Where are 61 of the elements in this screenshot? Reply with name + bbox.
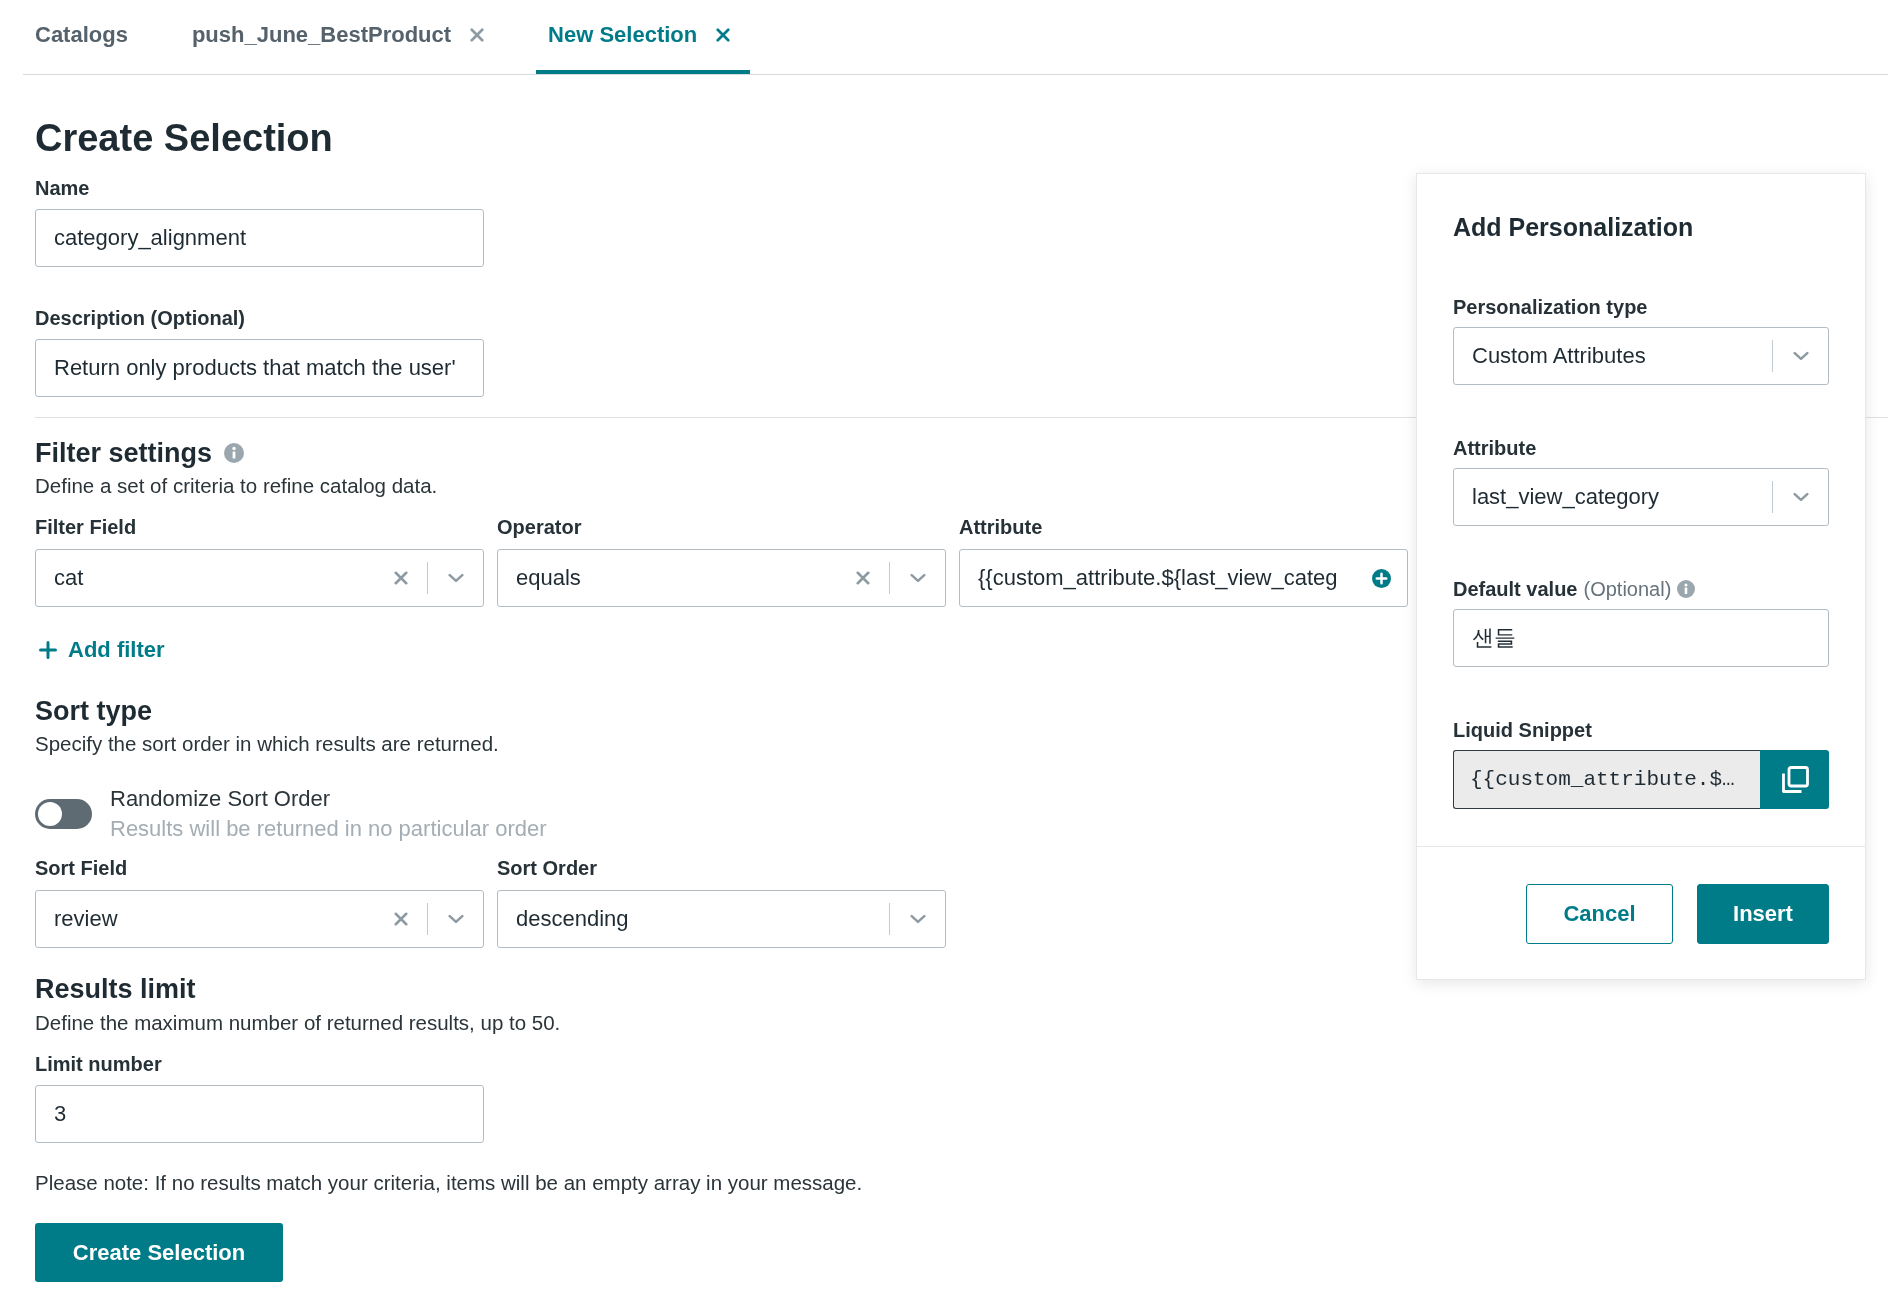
- note-text: Please note: If no results match your criteria, items will be an empty array in your message.: [35, 1171, 863, 1195]
- clear-icon[interactable]: [394, 912, 408, 926]
- text-field[interactable]: 샌들: [1453, 609, 1829, 667]
- copy-button[interactable]: [1760, 750, 1829, 809]
- chevron-down-icon: [447, 573, 464, 583]
- text-field[interactable]: category_alignment: [35, 209, 484, 267]
- section-description: Define a set of criteria to refine catalog data.: [35, 474, 438, 498]
- field-label: Attribute: [959, 515, 1043, 539]
- page-title: Create Selection: [35, 118, 333, 158]
- section-description: Define the maximum number of returned results, up to 50.: [35, 1011, 561, 1035]
- toggle-hint: Results will be returned in no particular order: [110, 817, 547, 841]
- tab[interactable]: New Selection: [536, 0, 751, 74]
- copy-icon: [1779, 764, 1810, 795]
- close-icon[interactable]: [716, 28, 731, 42]
- field-label: Liquid Snippet: [1453, 718, 1592, 742]
- toggle-switch[interactable]: [35, 799, 92, 829]
- chevron-down-icon: [909, 914, 926, 924]
- add-filter-button[interactable]: Add filter: [35, 637, 165, 663]
- section-description: Specify the sort order in which results are returned.: [35, 732, 499, 756]
- dropdown[interactable]: last_view_category: [1453, 468, 1829, 526]
- text-field[interactable]: 3: [35, 1085, 484, 1143]
- field-label: Filter Field: [35, 515, 137, 539]
- chevron-down-icon: [909, 573, 926, 583]
- field-label: Sort Order: [497, 856, 598, 880]
- field-label: Default value: [1453, 577, 1578, 601]
- dropdown[interactable]: review: [35, 890, 484, 948]
- field-label: Name: [35, 176, 90, 200]
- field-label: Sort Field: [35, 856, 128, 880]
- field-label: Attribute: [1453, 436, 1537, 460]
- clear-icon[interactable]: [856, 571, 870, 585]
- field-label: Operator: [497, 515, 582, 539]
- chevron-down-icon: [1792, 351, 1809, 361]
- tab[interactable]: push_June_BestProduct: [179, 0, 505, 74]
- section-title: Results limit: [35, 973, 196, 1005]
- dropdown[interactable]: equals: [497, 549, 946, 607]
- panel-title: Add Personalization: [1453, 212, 1694, 243]
- insert-button[interactable]: Insert: [1697, 884, 1829, 944]
- create-selection-button[interactable]: Create Selection: [35, 1223, 283, 1282]
- snippet-field[interactable]: {{custom_attribute.$…: [1453, 750, 1760, 809]
- cancel-button[interactable]: Cancel: [1526, 884, 1673, 944]
- field-label: Limit number: [35, 1052, 162, 1076]
- field-label: Personalization type: [1453, 295, 1648, 319]
- field-label: Description (Optional): [35, 306, 245, 330]
- chevron-down-icon: [447, 914, 464, 924]
- tab[interactable]: Catalogs: [23, 0, 148, 74]
- toggle-label: Randomize Sort Order: [110, 787, 331, 811]
- info-icon[interactable]: [224, 443, 245, 463]
- dropdown[interactable]: descending: [497, 890, 946, 948]
- close-icon[interactable]: [470, 28, 485, 42]
- section-title: Filter settings: [35, 437, 213, 469]
- info-icon[interactable]: [1677, 580, 1696, 598]
- clear-icon[interactable]: [394, 571, 408, 585]
- text-field[interactable]: Return only products that match the user': [35, 339, 484, 397]
- section-title: Sort type: [35, 695, 153, 727]
- dropdown[interactable]: cat: [35, 549, 484, 607]
- optional-note: (Optional): [1583, 577, 1672, 601]
- plus-icon: [39, 641, 57, 659]
- text-field[interactable]: {{custom_attribute.${last_view_categ: [959, 549, 1408, 607]
- plus-circle-icon[interactable]: [1372, 568, 1391, 588]
- chevron-down-icon: [1792, 492, 1809, 502]
- dropdown[interactable]: Custom Attributes: [1453, 327, 1829, 385]
